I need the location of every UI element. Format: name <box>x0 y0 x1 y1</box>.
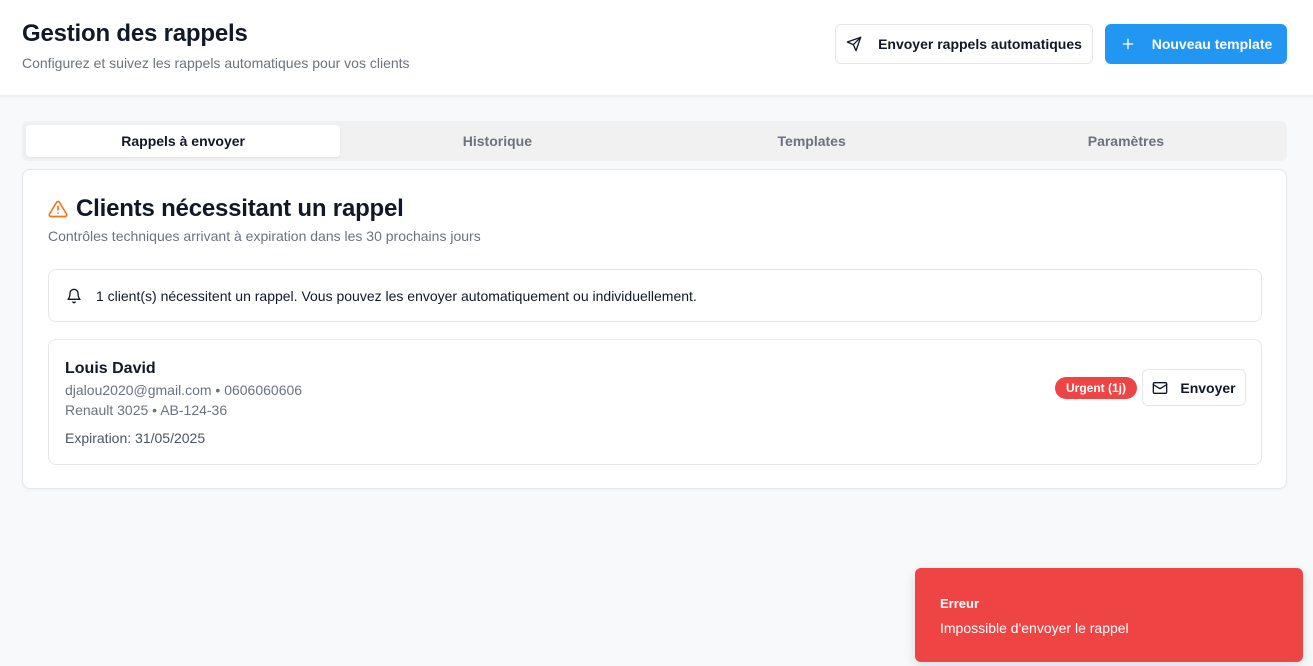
client-contact: djalou2020@gmail.com • 0606060606 <box>65 382 303 398</box>
client-item: Louis David djalou2020@gmail.com • 06060… <box>48 339 1262 465</box>
new-template-label: Nouveau template <box>1151 36 1273 52</box>
send-reminder-button[interactable]: Envoyer <box>1142 369 1246 406</box>
new-template-button[interactable]: Nouveau template <box>1105 24 1287 64</box>
page-subtitle: Configurez et suivez les rappels automat… <box>22 55 410 71</box>
card-title: Clients nécessitant un rappel <box>76 195 404 222</box>
page-header: Gestion des rappels Configurez et suivez… <box>0 0 1313 96</box>
clients-reminder-card: Clients nécessitant un rappel Contrôles … <box>22 169 1287 489</box>
tab-settings[interactable]: Paramètres <box>969 125 1283 157</box>
send-auto-reminders-button[interactable]: Envoyer rappels automatiques <box>835 24 1093 64</box>
alert-text: 1 client(s) nécessitent un rappel. Vous … <box>96 287 697 304</box>
client-expiration: Expiration: 31/05/2025 <box>65 430 206 446</box>
tab-templates[interactable]: Templates <box>655 125 969 157</box>
tab-reminders-to-send[interactable]: Rappels à envoyer <box>26 125 341 157</box>
plus-icon <box>1120 36 1136 52</box>
toast-title: Erreur <box>940 596 980 611</box>
mail-icon <box>1152 380 1168 396</box>
error-toast[interactable]: Erreur Impossible d'envoyer le rappel <box>915 568 1303 662</box>
warning-icon <box>48 199 68 219</box>
bell-icon <box>66 288 82 304</box>
urgency-badge: Urgent (1j) <box>1055 377 1137 399</box>
send-icon <box>846 36 862 52</box>
send-reminder-label: Envoyer <box>1180 379 1236 396</box>
tab-list: Rappels à envoyer Historique Templates P… <box>22 121 1287 161</box>
client-vehicle: Renault 3025 • AB-124-36 <box>65 402 228 418</box>
reminder-alert: 1 client(s) nécessitent un rappel. Vous … <box>48 269 1262 322</box>
card-subtitle: Contrôles techniques arrivant à expirati… <box>48 228 481 244</box>
card-title-row: Clients nécessitant un rappel <box>48 195 404 223</box>
client-name: Louis David <box>65 360 156 377</box>
toast-message: Impossible d'envoyer le rappel <box>940 620 1129 636</box>
page-title: Gestion des rappels <box>22 20 248 47</box>
tab-history[interactable]: Historique <box>340 125 654 157</box>
send-auto-reminders-label: Envoyer rappels automatiques <box>878 36 1082 52</box>
